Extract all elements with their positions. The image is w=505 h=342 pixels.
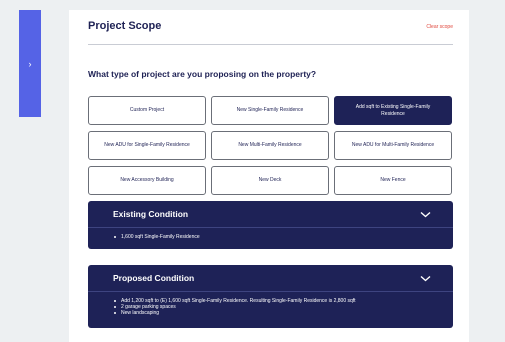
proposed-condition-header[interactable]: Proposed Condition — [88, 265, 453, 291]
proposed-condition-title: Proposed Condition — [113, 273, 195, 283]
proposed-condition-item: New landscaping — [113, 310, 453, 316]
option-custom-project[interactable]: Custom Project — [88, 96, 206, 125]
project-scope-panel: Project Scope Clear scope What type of p… — [69, 10, 469, 342]
chevron-down-icon[interactable] — [420, 211, 431, 218]
option-new-accessory-building[interactable]: New Accessory Building — [88, 166, 206, 195]
chevron-down-icon[interactable] — [420, 275, 431, 282]
option-new-deck[interactable]: New Deck — [211, 166, 329, 195]
existing-condition-header[interactable]: Existing Condition — [88, 201, 453, 227]
existing-condition-item: 1,600 sqft Single-Family Residence — [113, 234, 453, 240]
chevron-right-icon: › — [28, 58, 32, 69]
existing-condition-title: Existing Condition — [113, 209, 189, 219]
divider — [88, 44, 453, 45]
proposed-condition-body: Add 1,200 sqft to (E) 1,600 sqft Single-… — [88, 291, 453, 316]
option-new-single-family-residence[interactable]: New Single-Family Residence — [211, 96, 329, 125]
existing-condition-section: Existing Condition 1,600 sqft Single-Fam… — [88, 201, 453, 249]
option-new-adu-single-family[interactable]: New ADU for Single-Family Residence — [88, 131, 206, 160]
project-type-options: Custom Project New Single-Family Residen… — [88, 96, 453, 195]
proposed-condition-section: Proposed Condition Add 1,200 sqft to (E)… — [88, 265, 453, 328]
option-add-sqft-existing-sfr[interactable]: Add sqft to Existing Single-Family Resid… — [334, 96, 452, 125]
page-title: Project Scope — [88, 20, 162, 32]
option-new-adu-multi-family[interactable]: New ADU for Multi-Family Residence — [334, 131, 452, 160]
expand-sidebar-button[interactable]: › — [19, 10, 41, 117]
existing-condition-body: 1,600 sqft Single-Family Residence — [88, 227, 453, 240]
project-type-question: What type of project are you proposing o… — [88, 69, 317, 79]
clear-scope-link[interactable]: Clear scope — [426, 24, 453, 30]
option-new-multi-family-residence[interactable]: New Multi-Family Residence — [211, 131, 329, 160]
option-new-fence[interactable]: New Fence — [334, 166, 452, 195]
